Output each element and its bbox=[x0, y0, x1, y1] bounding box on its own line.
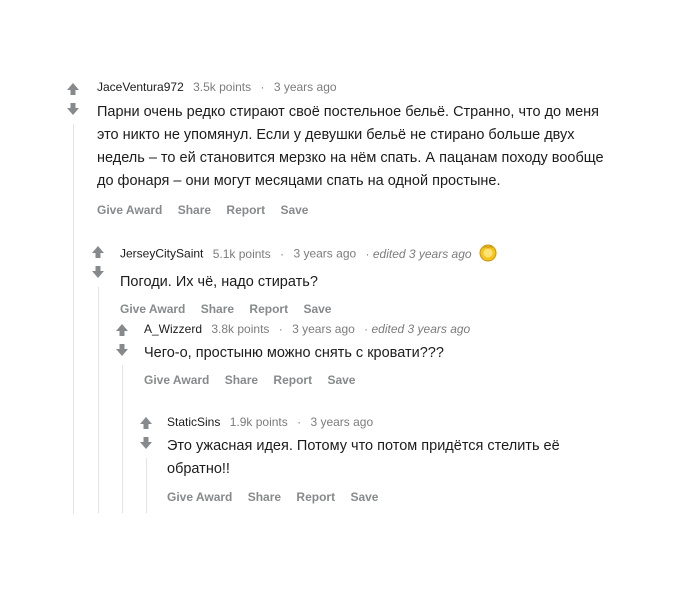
downvote-arrow-icon[interactable] bbox=[115, 343, 129, 357]
comment-points: 1.9k points bbox=[229, 415, 288, 429]
edited-label: · edited 3 years ago bbox=[365, 246, 472, 261]
give-award-button[interactable]: Give Award bbox=[167, 490, 232, 504]
comment: StaticSins 1.9k points · 3 years ago Это… bbox=[167, 415, 587, 504]
share-button[interactable]: Share bbox=[225, 373, 258, 387]
comment: A_Wizzerd 3.8k points · 3 years ago · ed… bbox=[144, 322, 604, 387]
comment-author[interactable]: JaceVentura972 bbox=[97, 80, 184, 94]
report-button[interactable]: Report bbox=[273, 373, 312, 387]
meta-separator: · bbox=[280, 246, 285, 261]
share-button[interactable]: Share bbox=[248, 490, 281, 504]
thread-line[interactable] bbox=[122, 365, 123, 513]
comment-time[interactable]: 3 years ago bbox=[274, 80, 337, 94]
comment-body: Погоди. Их чё, надо стирать? bbox=[120, 274, 318, 290]
meta-separator: · bbox=[297, 415, 302, 429]
comment-points: 3.8k points bbox=[211, 322, 270, 336]
save-button[interactable]: Save bbox=[303, 302, 331, 316]
comment: JerseyCitySaint 5.1k points · 3 years ag… bbox=[120, 244, 600, 316]
upvote-arrow-icon[interactable] bbox=[139, 416, 153, 430]
vote-column bbox=[66, 82, 82, 116]
comment-author[interactable]: A_Wizzerd bbox=[144, 322, 202, 336]
comment-time[interactable]: 3 years ago bbox=[310, 415, 373, 429]
edited-label: · edited 3 years ago bbox=[364, 322, 471, 336]
meta-separator: · bbox=[278, 322, 283, 336]
share-button[interactable]: Share bbox=[178, 203, 211, 217]
comment-actions: Give Award Share Report Save bbox=[97, 203, 617, 217]
report-button[interactable]: Report bbox=[226, 203, 265, 217]
report-button[interactable]: Report bbox=[296, 490, 335, 504]
upvote-arrow-icon[interactable] bbox=[91, 245, 105, 259]
comment-meta: JerseyCitySaint 5.1k points · 3 years ag… bbox=[120, 244, 600, 265]
vote-column bbox=[91, 245, 107, 279]
thread-line[interactable] bbox=[146, 458, 147, 513]
vote-column bbox=[115, 323, 131, 357]
upvote-arrow-icon[interactable] bbox=[115, 323, 129, 337]
report-button[interactable]: Report bbox=[249, 302, 288, 316]
comment-actions: Give Award Share Report Save bbox=[167, 490, 587, 504]
save-button[interactable]: Save bbox=[350, 490, 378, 504]
upvote-arrow-icon[interactable] bbox=[66, 82, 80, 96]
comment-meta: JaceVentura972 3.5k points · 3 years ago bbox=[97, 80, 617, 94]
meta-separator: · bbox=[260, 80, 265, 94]
comment-meta: A_Wizzerd 3.8k points · 3 years ago · ed… bbox=[144, 322, 604, 336]
gold-award-icon[interactable] bbox=[479, 244, 497, 265]
comment-time[interactable]: 3 years ago bbox=[292, 322, 355, 336]
comment-meta: StaticSins 1.9k points · 3 years ago bbox=[167, 415, 587, 429]
give-award-button[interactable]: Give Award bbox=[97, 203, 162, 217]
comment-points: 3.5k points bbox=[193, 80, 252, 94]
comment-actions: Give Award Share Report Save bbox=[144, 373, 604, 387]
comment-body: Парни очень редко стирают своё постельно… bbox=[97, 104, 604, 189]
comment-author[interactable]: StaticSins bbox=[167, 415, 220, 429]
comment-body: Это ужасная идея. Потому что потом придё… bbox=[167, 438, 560, 477]
save-button[interactable]: Save bbox=[327, 373, 355, 387]
thread-line[interactable] bbox=[73, 124, 74, 514]
comment-actions: Give Award Share Report Save bbox=[120, 302, 600, 316]
comment: JaceVentura972 3.5k points · 3 years ago… bbox=[97, 80, 617, 217]
give-award-button[interactable]: Give Award bbox=[120, 302, 185, 316]
save-button[interactable]: Save bbox=[280, 203, 308, 217]
comment-points: 5.1k points bbox=[212, 246, 271, 261]
give-award-button[interactable]: Give Award bbox=[144, 373, 209, 387]
comment-body: Чего-о, простыню можно снять с кровати??… bbox=[144, 345, 444, 361]
downvote-arrow-icon[interactable] bbox=[91, 265, 105, 279]
thread-line[interactable] bbox=[98, 287, 99, 513]
downvote-arrow-icon[interactable] bbox=[139, 436, 153, 450]
comment-time[interactable]: 3 years ago bbox=[293, 247, 356, 261]
share-button[interactable]: Share bbox=[201, 302, 234, 316]
comment-author[interactable]: JerseyCitySaint bbox=[120, 247, 203, 261]
downvote-arrow-icon[interactable] bbox=[66, 102, 80, 116]
vote-column bbox=[139, 416, 155, 450]
